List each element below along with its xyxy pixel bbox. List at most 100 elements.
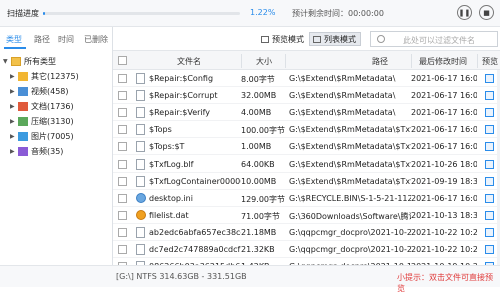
row-checkbox[interactable]: [118, 227, 127, 237]
file-name: $Repair:$Config: [149, 74, 214, 83]
progress-percent: 1.22%: [250, 8, 276, 17]
file-icon: [136, 192, 146, 203]
preview-icon[interactable]: [485, 125, 494, 135]
file-path: G:\$Extend\$RmMetadata\: [289, 91, 396, 101]
file-size: 100.00字节: [241, 126, 285, 136]
expand-arrow-icon[interactable]: ▶: [10, 88, 18, 95]
row-checkbox[interactable]: [118, 91, 127, 101]
row-checkbox[interactable]: [118, 210, 127, 220]
filter-search-box[interactable]: 此处可以过滤文件名: [370, 31, 498, 47]
file-name: $Repair:$Verify: [149, 108, 211, 118]
tree-item-video[interactable]: ▶ 视频(458): [10, 84, 69, 98]
row-checkbox[interactable]: [118, 245, 127, 254]
preview-icon[interactable]: [485, 108, 494, 118]
column-divider[interactable]: [477, 54, 478, 68]
tab-time[interactable]: 时间: [58, 34, 74, 45]
file-path: G:\$Extend\$RmMetadata\$TxfL...: [289, 176, 411, 186]
video-icon: [18, 86, 28, 96]
tree-root[interactable]: ▼ 所有类型: [3, 54, 56, 68]
tree-item-label: 音频(35): [31, 146, 64, 156]
table-row[interactable]: $Repair:$Verify 4.00MB G:\$Extend\$RmMetad…: [113, 104, 500, 122]
row-checkbox[interactable]: [118, 108, 127, 118]
archive-icon: [18, 116, 28, 126]
preview-icon[interactable]: [485, 91, 494, 101]
preview-icon[interactable]: [485, 176, 494, 186]
hint-text: 小提示：双击文件可直接预览: [397, 273, 493, 293]
column-divider[interactable]: [285, 54, 286, 68]
expand-arrow-icon[interactable]: ▶: [10, 118, 18, 125]
table-row[interactable]: filelist.dat 71.00字节 G:\360Downloads\Softw…: [113, 207, 500, 224]
list-mode-button[interactable]: 列表模式: [309, 32, 361, 46]
tree-root-label: 所有类型: [24, 56, 56, 66]
row-checkbox[interactable]: [118, 74, 127, 83]
column-modified-header[interactable]: 最后修改时间: [419, 56, 467, 67]
preview-mode-label: 预览模式: [272, 34, 304, 44]
row-checkbox[interactable]: [118, 159, 127, 169]
column-preview-header[interactable]: 预览: [482, 56, 498, 67]
table-row[interactable]: $Repair:$Config 8.00字节 G:\$Extend\$RmMetad…: [113, 70, 500, 87]
tree-item-image[interactable]: ▶ 图片(7005): [10, 129, 74, 143]
table-row[interactable]: $Tops 100.00字节 G:\$Extend\$RmMetadata\$Txf…: [113, 121, 500, 139]
file-path: G:\$Extend\$RmMetadata\: [289, 108, 396, 118]
tree-item-label: 视频(458): [31, 86, 69, 96]
table-row[interactable]: $Repair:$Corrupt 32.00MB G:\$Extend\$RmMet…: [113, 87, 500, 105]
stop-icon[interactable]: ■: [479, 5, 494, 20]
table-row[interactable]: $TxfLog.blf 64.00KB G:\$Extend\$RmMetadata…: [113, 156, 500, 173]
row-checkbox[interactable]: [118, 125, 127, 135]
preview-icon[interactable]: [485, 245, 494, 254]
row-checkbox[interactable]: [118, 176, 127, 186]
table-row[interactable]: dc7ed2c747889a0cdcf1...21.32KB G:\qqpcmgr…: [113, 241, 500, 258]
column-size-header[interactable]: 大小: [256, 56, 272, 67]
preview-icon[interactable]: [485, 74, 494, 83]
file-icon: [136, 124, 145, 136]
table-row[interactable]: $Tops:$T 1.00MB G:\$Extend\$RmMetadata\$Tx…: [113, 138, 500, 156]
expand-arrow-icon[interactable]: ▶: [10, 133, 18, 140]
view-toolbar: 预览模式 列表模式 此处可以过滤文件名: [113, 27, 500, 50]
file-size: 8.00字节: [241, 75, 275, 84]
preview-icon[interactable]: [485, 227, 494, 237]
preview-icon[interactable]: [485, 142, 494, 152]
column-path-header[interactable]: 路径: [372, 56, 388, 67]
column-divider[interactable]: [411, 54, 412, 68]
tree-item-archive[interactable]: ▶ 压缩(3130): [10, 114, 74, 128]
table-row[interactable]: 086266b03a36215db65...1.42KBG:\qqpcmgr_d…: [113, 258, 500, 265]
select-all-checkbox[interactable]: [118, 56, 127, 65]
preview-icon[interactable]: [485, 210, 494, 220]
expand-arrow-icon[interactable]: ▶: [10, 103, 18, 110]
tab-path[interactable]: 路径: [34, 34, 50, 45]
tree-item-other[interactable]: ▶ 其它(12375): [10, 69, 79, 83]
drive-info: [G:\] NTFS 314.63GB - 331.51GB: [116, 272, 247, 281]
preview-icon[interactable]: [485, 159, 494, 169]
tree-item-label: 压缩(3130): [31, 116, 74, 126]
tab-type[interactable]: 类型: [6, 34, 22, 45]
table-row[interactable]: $TxfLogContainer00000...10.00MB G:\$Exten…: [113, 173, 500, 190]
expand-arrow-icon[interactable]: ▶: [10, 73, 18, 80]
expand-arrow-icon[interactable]: ▶: [10, 148, 18, 155]
file-size: 71.00字节: [241, 211, 280, 221]
collapse-arrow-icon[interactable]: ▼: [3, 58, 11, 65]
file-modified: 2021-06-17 16:09: [411, 91, 477, 101]
file-path: G:\$Extend\$RmMetadata\$TxfL...: [289, 125, 411, 135]
tree-item-document[interactable]: ▶ 文档(1736): [10, 99, 74, 113]
tree-item-audio[interactable]: ▶ 音频(35): [10, 144, 63, 158]
preview-icon[interactable]: [485, 193, 494, 203]
folder-icon: [11, 56, 21, 66]
column-name-header[interactable]: 文件名: [177, 56, 201, 67]
category-icon: [18, 71, 28, 81]
row-checkbox[interactable]: [118, 142, 127, 152]
row-checkbox[interactable]: [118, 193, 127, 203]
file-size: 21.18MB: [241, 227, 277, 237]
file-name: dc7ed2c747889a0cdcf1...: [149, 245, 241, 254]
column-divider[interactable]: [241, 54, 242, 68]
file-modified: 2021-10-22 10:23: [411, 245, 477, 254]
preview-mode-button[interactable]: 预览模式: [257, 32, 309, 46]
pause-icon[interactable]: ❚❚: [457, 5, 472, 20]
tab-deleted[interactable]: 已删除: [84, 34, 108, 45]
left-tabs: 类型 路径 时间 已删除: [0, 27, 113, 50]
file-icon: [136, 175, 145, 187]
table-row[interactable]: desktop.ini 129.00字节 G:\$RECYCLE.BIN\S-1-5…: [113, 190, 500, 207]
scan-progress-bar: 扫描进度 1.22% 预计剩余时间：00:00:00 ❚❚ ■: [0, 0, 500, 27]
table-row[interactable]: ab2edc6abfa657ec38cc...21.18MB G:\qqpcmgr…: [113, 224, 500, 241]
active-tab-underline: [4, 47, 26, 49]
image-icon: [18, 131, 28, 141]
